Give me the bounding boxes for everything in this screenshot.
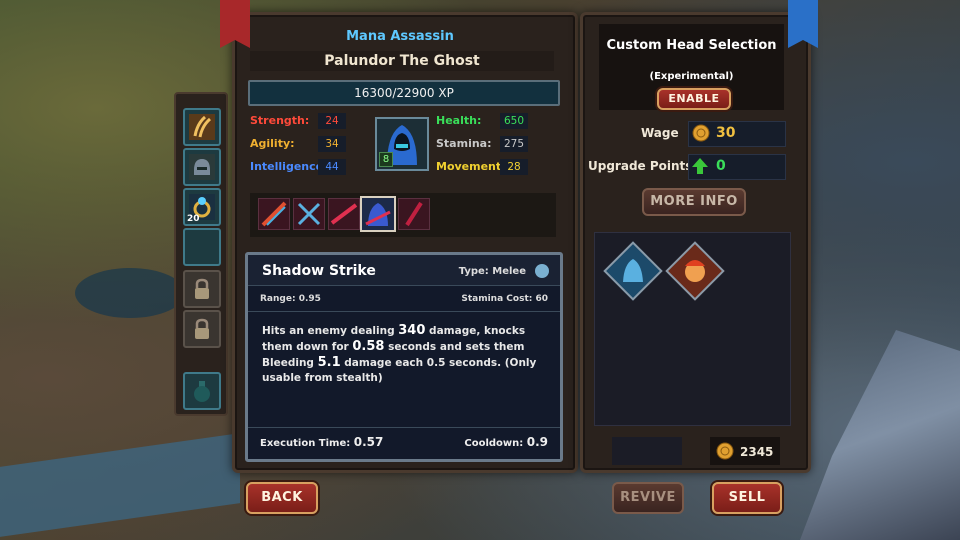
equipment-slot-empty[interactable] (183, 228, 221, 266)
helmet-icon (189, 154, 215, 180)
stat-strength-label: Strength: (250, 114, 310, 127)
map-river (0, 433, 240, 537)
padlock-icon (195, 318, 209, 339)
skill-slot-4-selected[interactable] (360, 196, 396, 232)
skill-cooldown: Cooldown: 0.9 (464, 435, 548, 449)
back-button[interactable]: BACK (246, 482, 318, 514)
green-up-arrow-icon (692, 158, 708, 174)
stat-intelligence-value: 44 (318, 159, 346, 175)
hero-portrait[interactable]: 8 (375, 117, 429, 171)
stat-health-label: Health: (436, 114, 482, 127)
upgrade-points-value: 0 (716, 158, 726, 174)
blade-skill-icon (330, 203, 358, 225)
revive-button[interactable]: REVIVE (612, 482, 684, 514)
custom-head-title: Custom Head Selection (606, 38, 777, 53)
map-pond (75, 268, 185, 318)
fire-mask-icon (685, 260, 705, 282)
enable-custom-head-button[interactable]: ENABLE (657, 88, 731, 110)
hero-name: Palundor The Ghost (250, 51, 554, 71)
skill-type: Type: Melee (458, 266, 526, 277)
skill-slot-2[interactable] (293, 198, 325, 230)
stat-intelligence-label: Intelligence: (250, 160, 328, 173)
hero-class: Mana Assassin (346, 29, 454, 44)
bleed-skill-icon (405, 201, 423, 227)
map-mountains (800, 330, 960, 540)
equipment-slot-weapon[interactable] (183, 108, 221, 146)
divider (248, 427, 560, 428)
equipment-slot-helmet[interactable] (183, 148, 221, 186)
stat-movement-value: 28 (500, 159, 528, 175)
stat-agility-label: Agility: (250, 137, 295, 150)
skill-slot-5[interactable] (398, 198, 430, 230)
stat-health-value: 650 (500, 113, 528, 129)
skill-description: Hits an enemy dealing 340 damage, knocks… (262, 323, 537, 384)
blue-cloak-icon (623, 259, 643, 282)
gold-coin-icon (716, 442, 734, 460)
padlock-icon (195, 278, 209, 299)
gold-amount: 2345 (740, 445, 774, 459)
wage-value: 30 (716, 125, 736, 141)
equipment-slot-potion[interactable] (183, 372, 221, 410)
equipment-slot-locked-1 (183, 270, 221, 308)
divider (248, 285, 560, 286)
hero-level-badge: 8 (379, 152, 393, 167)
upgrade-points-label: Upgrade Points (588, 159, 693, 173)
slash-skill-icon (261, 201, 287, 227)
stat-strength-value: 24 (318, 113, 346, 129)
cross-slash-skill-icon (297, 202, 321, 226)
blue-banner-icon (788, 0, 818, 48)
fist-icon (535, 264, 549, 278)
red-banner-icon (220, 0, 250, 48)
stat-agility-value: 34 (318, 136, 346, 152)
skill-range: Range: 0.95 (260, 294, 321, 304)
xp-bar: 16300/22900 XP (248, 80, 560, 106)
skill-execution-time: Execution Time: 0.57 (260, 435, 384, 449)
skill-slot-1[interactable] (258, 198, 290, 230)
empty-slot-box (612, 437, 682, 465)
equipment-slot-locked-2 (183, 310, 221, 348)
skill-slot-3[interactable] (328, 198, 360, 230)
shadow-strike-icon (365, 203, 391, 226)
potion-icon (194, 381, 210, 402)
equipment-slot-ring[interactable]: 20 (183, 188, 221, 226)
sell-button[interactable]: SELL (712, 482, 782, 514)
gold-coin-icon (692, 124, 710, 142)
more-info-button[interactable]: MORE INFO (642, 188, 746, 216)
skill-name: Shadow Strike (262, 263, 376, 279)
stat-stamina-value: 275 (500, 136, 528, 152)
custom-head-subtitle: (Experimental) (649, 71, 734, 82)
ring-count: 20 (187, 214, 200, 224)
wage-label: Wage (641, 126, 679, 140)
divider (248, 311, 560, 312)
stat-stamina-label: Stamina: (436, 137, 492, 150)
stat-movement-label: Movement: (436, 160, 506, 173)
claw-slashes-icon (189, 114, 215, 140)
skill-stamina-cost: Stamina Cost: 60 (461, 294, 548, 304)
skill-info-card: Shadow Strike Type: Melee Range: 0.95 St… (245, 252, 563, 462)
